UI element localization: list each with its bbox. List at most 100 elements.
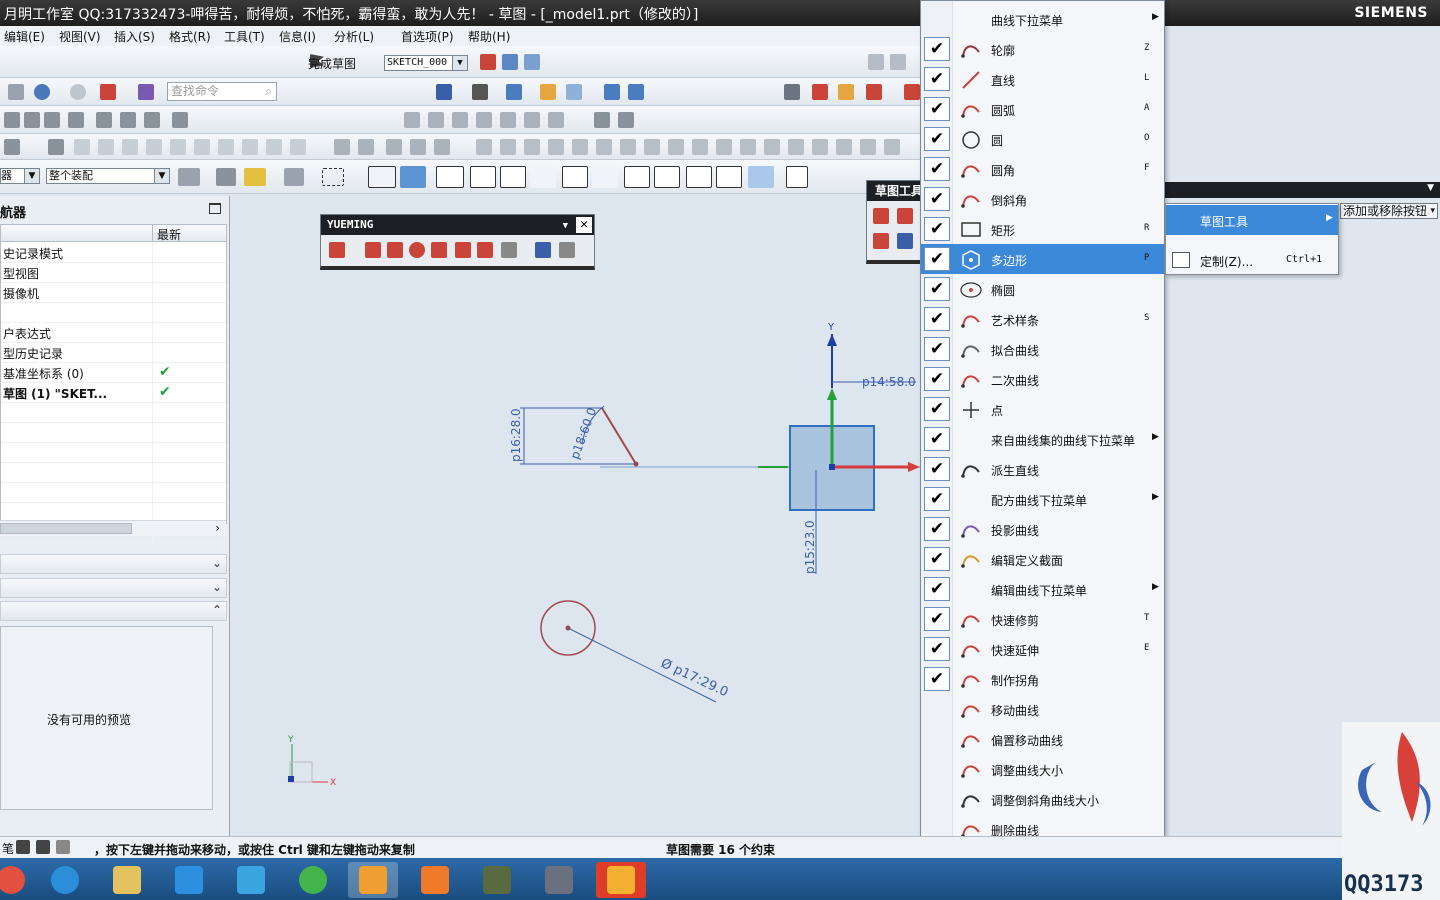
offset-icon[interactable] — [477, 242, 493, 258]
render-icon[interactable] — [472, 84, 488, 100]
tool-icon[interactable] — [812, 84, 828, 100]
menu-analysis[interactable]: 分析(L) — [334, 28, 374, 45]
tree-row-datum-csys[interactable]: 基准坐标系 (0) ✔ — [1, 363, 226, 383]
toolbar-icon[interactable] — [410, 139, 426, 155]
taskbar-cloud[interactable] — [164, 862, 214, 898]
chevron-up-icon[interactable]: ⌃ — [212, 603, 222, 617]
toolbar-icon[interactable] — [716, 139, 732, 155]
tool-icon[interactable] — [897, 233, 913, 249]
menu-insert[interactable]: 插入(S) — [114, 28, 155, 45]
menu-item[interactable]: 移动曲线 — [921, 694, 1164, 724]
taskbar-app[interactable] — [226, 862, 276, 898]
toolbar-icon[interactable] — [242, 139, 258, 155]
toolbar-icon[interactable] — [96, 112, 112, 128]
column-divider[interactable] — [152, 225, 153, 242]
toolbar-icon[interactable] — [68, 112, 84, 128]
keyboard-icon[interactable] — [56, 840, 70, 854]
menu-item[interactable]: 调整曲线大小 — [921, 754, 1164, 784]
chevron-down-icon[interactable]: ▼ — [452, 56, 467, 70]
checkmark-icon[interactable]: ✔ — [924, 637, 950, 661]
snap-point-icon[interactable] — [436, 166, 464, 188]
toolbar-icon[interactable] — [692, 139, 708, 155]
horizontal-scrollbar[interactable]: › — [0, 520, 226, 536]
menu-item[interactable]: ✔ 圆弧 A — [921, 94, 1164, 124]
toolbar-icon[interactable] — [284, 168, 304, 186]
checkmark-icon[interactable]: ✔ — [924, 397, 950, 421]
toolbar-icon[interactable] — [524, 112, 540, 128]
checkmark-icon[interactable]: ✔ — [924, 157, 950, 181]
toolbar-icon[interactable] — [4, 139, 20, 155]
toolbar-icon[interactable] — [194, 139, 210, 155]
toolbar-icon[interactable] — [386, 139, 402, 155]
chamfer-icon[interactable] — [431, 242, 447, 258]
sketch-canvas[interactable]: Y p14:58.0 p15:23.0 p18:60.0 p16:28.0 Ø … — [232, 194, 920, 836]
tree-row[interactable]: 户表达式 — [1, 323, 226, 343]
details-section[interactable]: ⌄ — [0, 578, 227, 598]
checkmark-icon[interactable]: ✔ — [924, 37, 950, 61]
delete-icon[interactable] — [455, 242, 471, 258]
checkmark-icon[interactable]: ✔ — [924, 277, 950, 301]
toolbar-icon[interactable] — [172, 112, 188, 128]
tool-icon[interactable] — [904, 84, 920, 100]
tool-icon[interactable] — [866, 84, 882, 100]
rectangle-select-icon[interactable] — [322, 168, 344, 186]
menu-item[interactable]: ✔ 投影曲线 — [921, 514, 1164, 544]
menu-item[interactable]: ✔ 快速延伸 E — [921, 634, 1164, 664]
finish-sketch-button[interactable]: 完成草图 — [308, 55, 356, 72]
toolbar-icon[interactable] — [146, 139, 162, 155]
submenu-item-sketch-tools[interactable]: 草图工具 ▶ — [1166, 205, 1338, 235]
trim-icon[interactable] — [365, 242, 381, 258]
chevron-right-icon[interactable]: › — [215, 521, 220, 535]
layer-icon[interactable] — [566, 84, 582, 100]
tree-row[interactable]: 摄像机 — [1, 283, 226, 303]
checkmark-icon[interactable]: ✔ — [924, 367, 950, 391]
toolbar-icon[interactable] — [860, 139, 876, 155]
status-icon[interactable] — [16, 840, 30, 854]
sketch-name-select[interactable]: SKETCH_000 ▼ — [384, 55, 468, 71]
taskbar-nx[interactable] — [348, 862, 398, 898]
tree-row[interactable] — [1, 303, 226, 323]
add-remove-buttons-select[interactable]: 添加或移除按钮 ▾ — [1340, 203, 1438, 219]
profile-icon[interactable] — [873, 208, 889, 224]
shaded-icon[interactable] — [368, 166, 396, 188]
chevron-down-icon[interactable]: ⌄ — [212, 556, 222, 570]
tree-row[interactable]: 型视图 — [1, 263, 226, 283]
toolbar-icon[interactable] — [120, 112, 136, 128]
intersection-icon[interactable] — [562, 166, 588, 188]
toolbar-icon[interactable] — [668, 139, 684, 155]
toolbar-icon[interactable] — [144, 112, 160, 128]
yueming-title[interactable]: YUEMING ▼ ✕ — [321, 215, 594, 235]
point-on-curve-icon[interactable] — [686, 166, 712, 188]
toolbar-icon[interactable] — [788, 139, 804, 155]
grid-icon[interactable] — [786, 166, 808, 188]
checkmark-icon[interactable]: ✔ — [924, 127, 950, 151]
menu-tools[interactable]: 工具(T) — [224, 28, 265, 45]
graphics-window[interactable]: Y p14:58.0 p15:23.0 p18:60.0 p16:28.0 Ø … — [232, 194, 920, 836]
midpoint-icon[interactable] — [500, 166, 526, 188]
toolbar-icon[interactable] — [548, 112, 564, 128]
menu-info[interactable]: 信息(I) — [279, 28, 316, 45]
toolbar-icon[interactable] — [620, 139, 636, 155]
filter-icon[interactable] — [216, 168, 236, 186]
toolbar-icon[interactable] — [548, 139, 564, 155]
maximize-icon[interactable] — [209, 203, 221, 214]
checkmark-icon[interactable]: ✔ — [924, 547, 950, 571]
sketch-tools-title[interactable]: 草图工具 — [867, 181, 921, 201]
redo-icon[interactable] — [70, 84, 86, 100]
menu-item[interactable]: ✔ 制作拐角 — [921, 664, 1164, 694]
toolbar-icon[interactable] — [868, 54, 884, 70]
toolbar-icon[interactable] — [740, 139, 756, 155]
sketch-orient-icon[interactable] — [480, 54, 496, 70]
menu-item[interactable]: ✔ 派生直线 — [921, 454, 1164, 484]
menu-item[interactable]: ✔ 拟合曲线 — [921, 334, 1164, 364]
menu-item[interactable]: ✔ 二次曲线 — [921, 364, 1164, 394]
dependencies-section[interactable]: ⌄ — [0, 554, 227, 574]
line-icon[interactable] — [897, 208, 913, 224]
point-on-line-icon[interactable] — [716, 166, 742, 188]
toolbar-icon[interactable] — [764, 139, 780, 155]
scrollbar-thumb[interactable] — [0, 523, 132, 534]
menu-item[interactable]: ✔ 圆 O — [921, 124, 1164, 154]
toolbar-icon[interactable] — [404, 112, 420, 128]
toolbar-icon[interactable] — [500, 112, 516, 128]
extend-icon[interactable] — [387, 242, 403, 258]
